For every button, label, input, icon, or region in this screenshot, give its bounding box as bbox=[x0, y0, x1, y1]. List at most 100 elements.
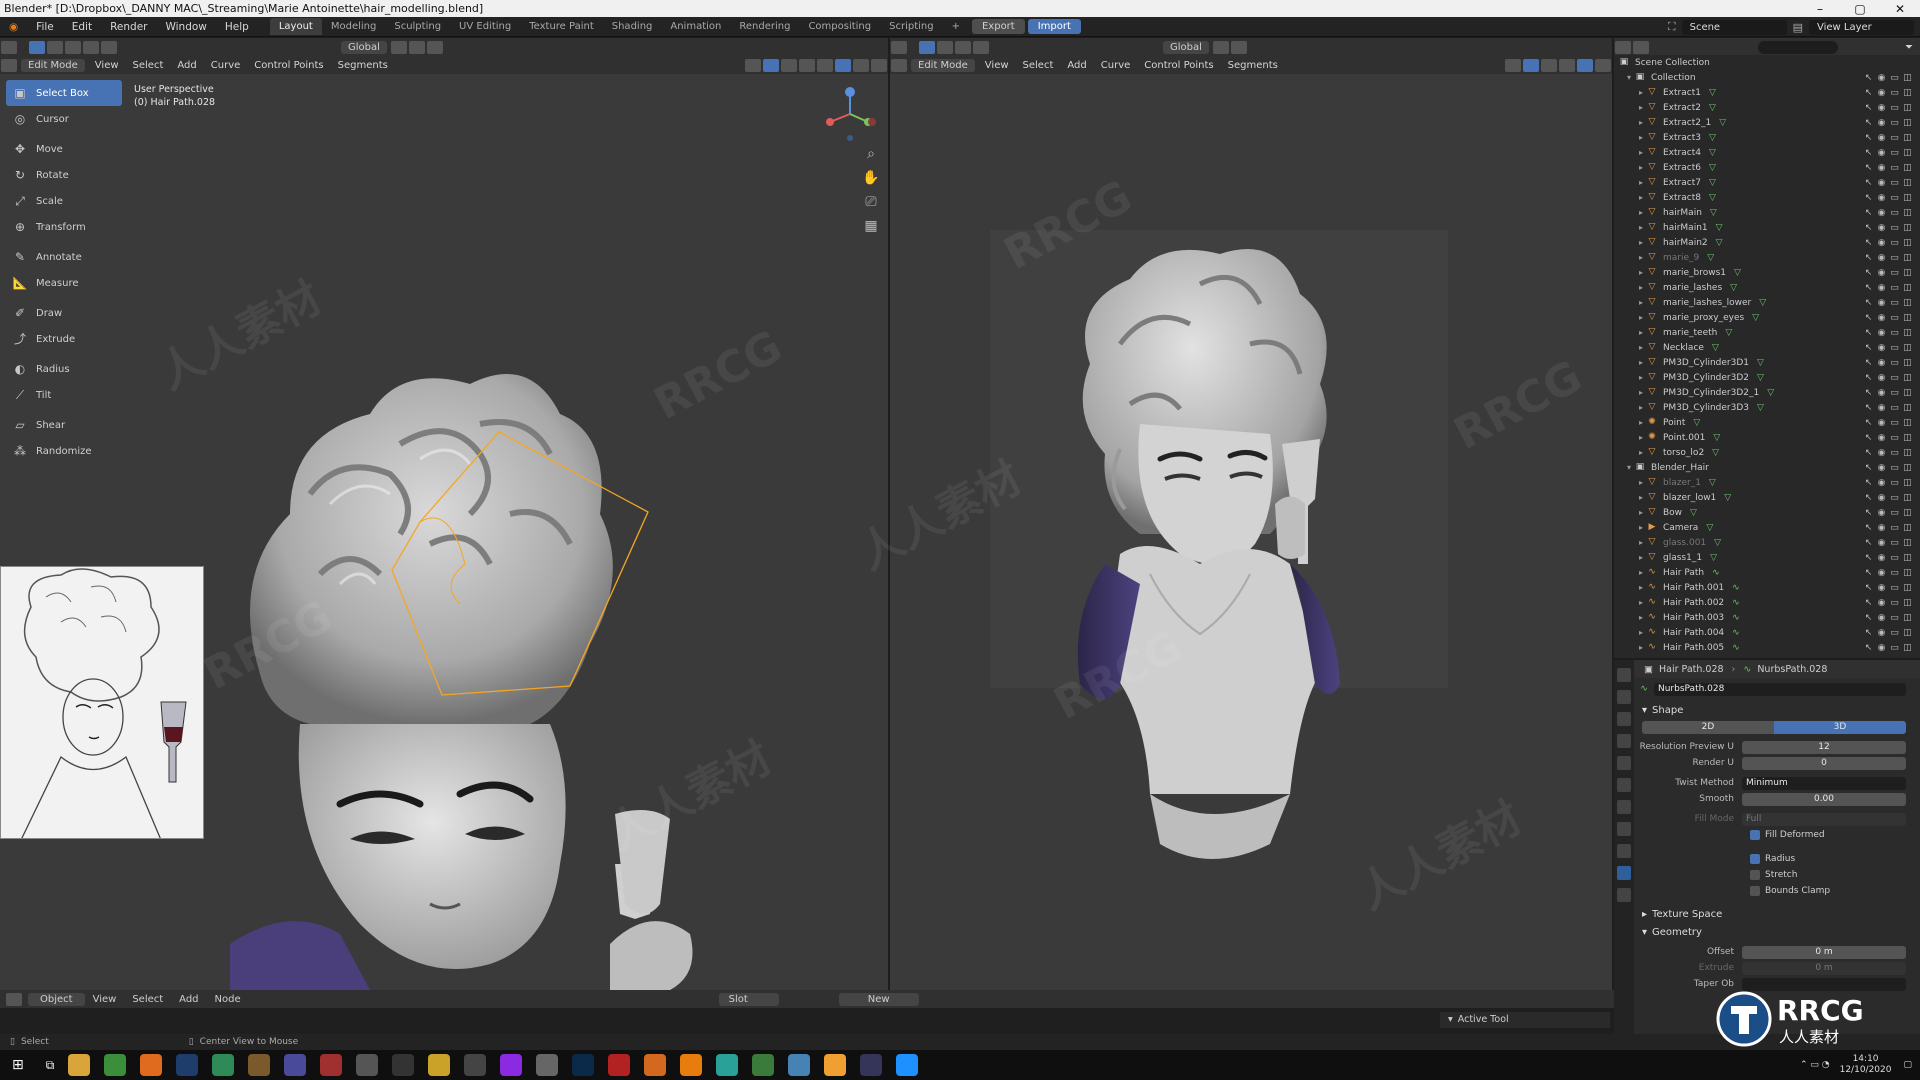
eye-icon[interactable]: ◉ bbox=[1875, 298, 1888, 308]
render-toggle-icon[interactable]: ◫ bbox=[1901, 628, 1914, 638]
modifier-props-icon[interactable] bbox=[1617, 822, 1631, 836]
expand-arrow-icon[interactable]: ▸ bbox=[1636, 133, 1646, 142]
tab-rendering[interactable]: Rendering bbox=[730, 18, 799, 35]
mesh-data-icon[interactable]: ▽ bbox=[1767, 388, 1774, 398]
mode-new-icon[interactable] bbox=[47, 40, 63, 54]
material-props-icon[interactable] bbox=[1617, 888, 1631, 902]
render-toggle-icon[interactable]: ◫ bbox=[1901, 598, 1914, 608]
outliner-row[interactable]: ▸ ▽ PM3D_Cylinder3D1 ▽ ↖ ◉ ▭ ◫ bbox=[1614, 355, 1920, 370]
right-viewport[interactable] bbox=[890, 74, 1612, 990]
left-menu-select[interactable]: Select bbox=[126, 60, 171, 71]
right-viewport-type-icon[interactable] bbox=[891, 58, 907, 72]
select-toggle-icon[interactable]: ↖ bbox=[1862, 328, 1875, 338]
select-mode-icon[interactable] bbox=[29, 40, 45, 54]
render-toggle-icon[interactable]: ◫ bbox=[1901, 133, 1914, 143]
eye-icon[interactable]: ◉ bbox=[1875, 88, 1888, 98]
taper-object-field[interactable] bbox=[1742, 977, 1906, 991]
navigation-gizmo[interactable] bbox=[820, 84, 880, 144]
expand-arrow-icon[interactable]: ▸ bbox=[1636, 283, 1646, 292]
curve-data-icon[interactable]: ∿ bbox=[1732, 613, 1740, 623]
outliner-row[interactable]: ▸ ∿ Hair Path.002 ∿ ↖ ◉ ▭ ◫ bbox=[1614, 595, 1920, 610]
expand-arrow-icon[interactable]: ▸ bbox=[1636, 268, 1646, 277]
expand-arrow-icon[interactable]: ▸ bbox=[1636, 178, 1646, 187]
photoshop-icon[interactable] bbox=[572, 1054, 595, 1076]
outliner-row[interactable]: ▸ ∿ Hair Path.005 ∿ ↖ ◉ ▭ ◫ bbox=[1614, 640, 1920, 655]
menu-render[interactable]: Render bbox=[101, 21, 156, 33]
sidebar-toggle-icon[interactable]: ‹ bbox=[882, 88, 888, 108]
render-u-field[interactable]: 0 bbox=[1742, 756, 1906, 770]
select-toggle-icon[interactable]: ↖ bbox=[1862, 313, 1875, 323]
select-toggle-icon[interactable]: ↖ bbox=[1862, 613, 1875, 623]
extrude-field[interactable]: 0 m bbox=[1742, 961, 1906, 975]
select-toggle-icon[interactable]: ↖ bbox=[1862, 148, 1875, 158]
eye-icon[interactable]: ◉ bbox=[1875, 463, 1888, 473]
render-toggle-icon[interactable]: ◫ bbox=[1901, 553, 1914, 563]
app-forest-icon[interactable] bbox=[752, 1054, 775, 1076]
shape-panel-header[interactable]: ▾ Shape bbox=[1634, 701, 1920, 719]
eye-icon[interactable]: ◉ bbox=[1875, 343, 1888, 353]
render-toggle-icon[interactable]: ◫ bbox=[1901, 568, 1914, 578]
blender-taskbar-icon[interactable] bbox=[680, 1054, 703, 1076]
render-toggle-icon[interactable]: ◫ bbox=[1901, 103, 1914, 113]
eye-icon[interactable]: ◉ bbox=[1875, 628, 1888, 638]
expand-arrow-icon[interactable]: ▸ bbox=[1636, 88, 1646, 97]
tool-transform[interactable]: ⊕ Transform bbox=[6, 214, 122, 240]
tool-scale[interactable]: ⤢ Scale bbox=[6, 188, 122, 214]
expand-arrow-icon[interactable]: ▸ bbox=[1636, 163, 1646, 172]
outliner-row[interactable]: ▸ ∿ Hair Path.001 ∿ ↖ ◉ ▭ ◫ bbox=[1614, 580, 1920, 595]
right-orientation-dropdown[interactable]: Global bbox=[1163, 40, 1209, 54]
right-menu-segments[interactable]: Segments bbox=[1221, 60, 1285, 71]
left-menu-segments[interactable]: Segments bbox=[331, 60, 395, 71]
right-mode-new-icon[interactable] bbox=[937, 40, 953, 54]
select-toggle-icon[interactable]: ↖ bbox=[1862, 538, 1875, 548]
viewport-toggle-icon[interactable]: ▭ bbox=[1888, 433, 1901, 443]
render-toggle-icon[interactable]: ◫ bbox=[1901, 508, 1914, 518]
viewport-toggle-icon[interactable]: ▭ bbox=[1888, 643, 1901, 653]
render-toggle-icon[interactable]: ◫ bbox=[1901, 253, 1914, 263]
outliner-row[interactable]: ▸ ▽ Extract8 ▽ ↖ ◉ ▭ ◫ bbox=[1614, 190, 1920, 205]
app-dark-icon[interactable] bbox=[392, 1054, 415, 1076]
render-toggle-icon[interactable]: ◫ bbox=[1901, 583, 1914, 593]
viewport-toggle-icon[interactable]: ▭ bbox=[1888, 478, 1901, 488]
outliner-row[interactable]: ▸ ▽ marie_teeth ▽ ↖ ◉ ▭ ◫ bbox=[1614, 325, 1920, 340]
tray-network-icon[interactable]: ⌃ ▭ ◔ bbox=[1800, 1060, 1830, 1070]
close-button[interactable]: ✕ bbox=[1880, 2, 1920, 16]
mesh-data-icon[interactable]: ▽ bbox=[1716, 238, 1723, 248]
menu-file[interactable]: File bbox=[27, 21, 63, 33]
mode-invert-icon[interactable] bbox=[101, 40, 117, 54]
tool-cursor[interactable]: ◎ Cursor bbox=[6, 106, 122, 132]
import-button[interactable]: Import bbox=[1027, 19, 1081, 34]
shading-solid-icon[interactable] bbox=[835, 58, 851, 72]
mesh-data-icon[interactable]: ▽ bbox=[1752, 313, 1759, 323]
mesh-data-icon[interactable]: ▽ bbox=[1690, 508, 1697, 518]
expand-arrow-icon[interactable]: ▸ bbox=[1636, 508, 1646, 517]
select-toggle-icon[interactable]: ↖ bbox=[1862, 523, 1875, 533]
render-toggle-icon[interactable]: ◫ bbox=[1901, 418, 1914, 428]
render-toggle-icon[interactable]: ◫ bbox=[1901, 238, 1914, 248]
render-toggle-icon[interactable]: ◫ bbox=[1901, 643, 1914, 653]
scene-collection-row[interactable]: ▣ Scene Collection bbox=[1614, 55, 1920, 70]
view-layer-props-icon[interactable] bbox=[1617, 734, 1631, 748]
eye-icon[interactable]: ◉ bbox=[1875, 538, 1888, 548]
expand-arrow-icon[interactable]: ▸ bbox=[1636, 298, 1646, 307]
datablock-name-field[interactable]: NurbsPath.028 bbox=[1654, 682, 1906, 696]
viewport-toggle-icon[interactable]: ▭ bbox=[1888, 268, 1901, 278]
viewport-toggle-icon[interactable]: ▭ bbox=[1888, 463, 1901, 473]
pivot-icon[interactable] bbox=[390, 40, 407, 54]
eye-icon[interactable]: ◉ bbox=[1875, 583, 1888, 593]
render-toggle-icon[interactable]: ◫ bbox=[1901, 178, 1914, 188]
eye-icon[interactable]: ◉ bbox=[1875, 418, 1888, 428]
tab-modeling[interactable]: Modeling bbox=[322, 18, 386, 35]
outliner-row[interactable]: ▸ ▽ marie_9 ▽ ↖ ◉ ▭ ◫ bbox=[1614, 250, 1920, 265]
eye-icon[interactable]: ◉ bbox=[1875, 613, 1888, 623]
right-shading-solid-icon[interactable] bbox=[1577, 58, 1593, 72]
mode-subtract-icon[interactable] bbox=[83, 40, 99, 54]
viewport-toggle-icon[interactable]: ▭ bbox=[1888, 238, 1901, 248]
viewport-toggle-icon[interactable]: ▭ bbox=[1888, 193, 1901, 203]
mesh-data-icon[interactable]: ▽ bbox=[1710, 553, 1717, 563]
mesh-data-icon[interactable]: ▽ bbox=[1693, 418, 1700, 428]
app-purple-icon[interactable] bbox=[500, 1054, 523, 1076]
render-toggle-icon[interactable]: ◫ bbox=[1901, 523, 1914, 533]
mesh-data-icon[interactable]: ▽ bbox=[1709, 133, 1716, 143]
left-viewport[interactable]: User Perspective (0) Hair Path.028 ▣ Sele… bbox=[0, 74, 888, 990]
